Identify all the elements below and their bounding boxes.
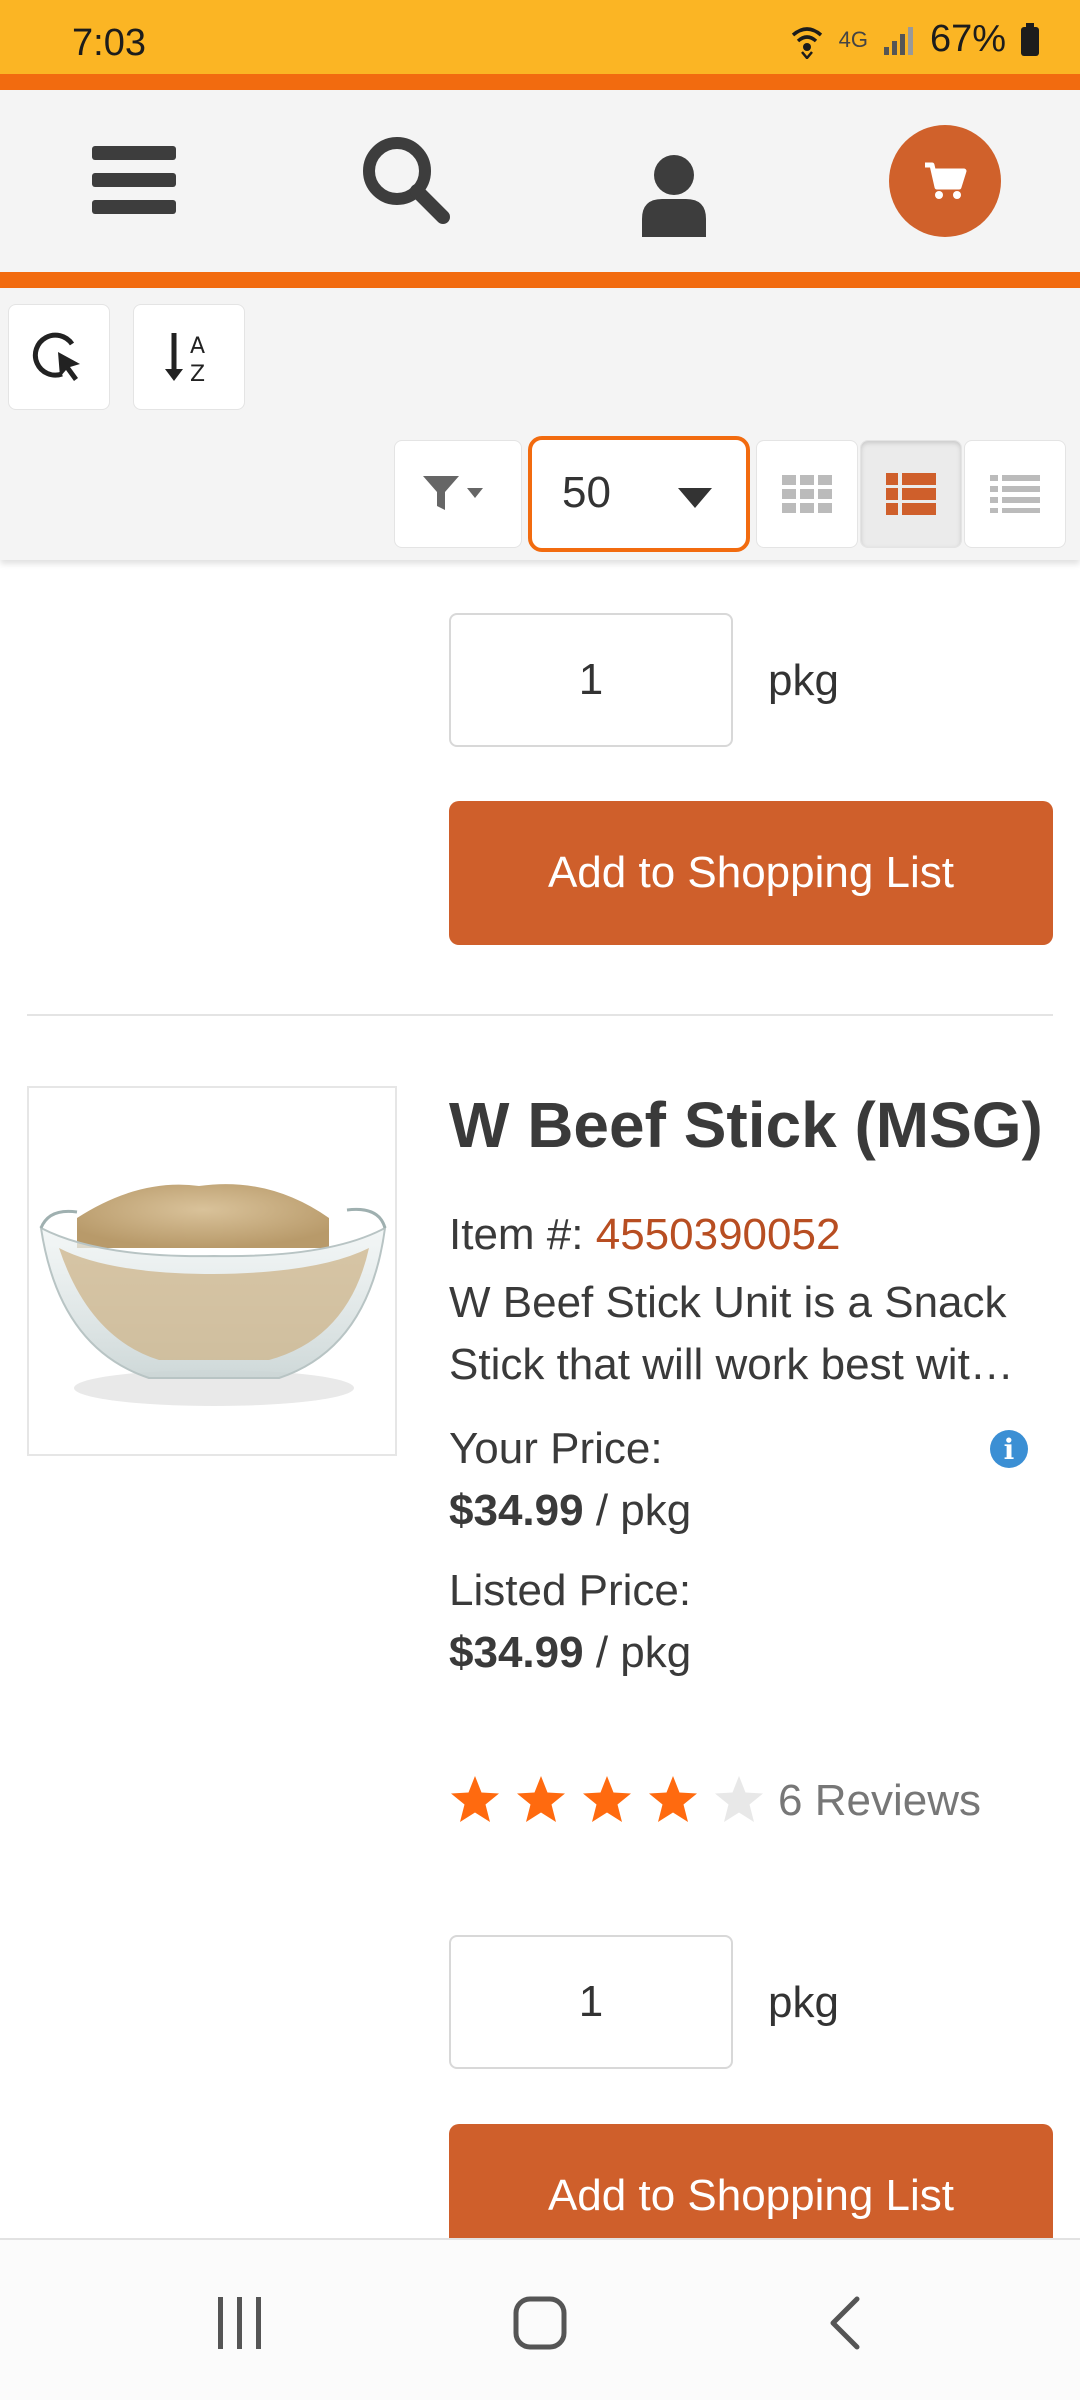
list-detail-view-button[interactable] bbox=[860, 440, 962, 548]
signal-icon bbox=[883, 26, 913, 55]
wifi-icon bbox=[791, 26, 822, 59]
user-icon bbox=[642, 155, 706, 237]
list-view-icon bbox=[990, 475, 1040, 513]
home-button[interactable] bbox=[500, 2290, 580, 2356]
sort-button[interactable]: A Z bbox=[133, 304, 245, 410]
listed-price-label: Listed Price: bbox=[449, 1566, 692, 1615]
add-to-shopping-list-button[interactable]: Add to Shopping List bbox=[449, 801, 1053, 945]
product-description: W Beef Stick Unit is a Snack Stick that … bbox=[449, 1272, 1053, 1396]
your-price-label: Your Price: bbox=[449, 1424, 663, 1473]
listed-price-unit: / pkg bbox=[595, 1628, 692, 1677]
product-title[interactable]: W Beef Stick (MSG) bbox=[449, 1088, 1043, 1162]
star-filled-icon bbox=[517, 1776, 565, 1822]
unit-label: pkg bbox=[768, 656, 839, 705]
network-type: 4G bbox=[838, 26, 868, 52]
listed-price-value: $34.99 / pkg bbox=[449, 1628, 691, 1678]
product-image[interactable] bbox=[27, 1086, 397, 1456]
quantity-input[interactable]: 1 bbox=[449, 1935, 733, 2069]
status-bar: 7:03 4G 67% bbox=[0, 0, 1080, 74]
account-button[interactable] bbox=[624, 142, 724, 248]
menu-icon bbox=[92, 146, 176, 214]
your-price-value: $34.99 / pkg bbox=[449, 1486, 691, 1536]
svg-text:A: A bbox=[190, 334, 205, 359]
star-filled-icon bbox=[649, 1776, 697, 1822]
star-filled-icon bbox=[583, 1776, 631, 1822]
grid-view-icon bbox=[782, 475, 832, 513]
refresh-cursor-icon bbox=[32, 332, 80, 381]
status-icons: 4G 67% bbox=[789, 18, 1040, 61]
recent-apps-icon bbox=[218, 2297, 261, 2349]
unit-label: pkg bbox=[768, 1978, 839, 2027]
battery-icon bbox=[1021, 22, 1039, 56]
your-price-unit: / pkg bbox=[595, 1486, 692, 1535]
list-detail-view-icon bbox=[886, 473, 936, 515]
per-page-select[interactable]: 50 bbox=[528, 436, 750, 552]
item-number-label: Item #: bbox=[449, 1210, 584, 1259]
header-accent-bar bbox=[0, 272, 1080, 288]
listed-price-amount: $34.99 bbox=[449, 1628, 584, 1677]
cart-icon bbox=[925, 162, 967, 199]
home-icon bbox=[513, 2296, 567, 2350]
cart-button[interactable] bbox=[889, 125, 1001, 237]
reviews-count[interactable]: 6 Reviews bbox=[778, 1776, 981, 1826]
menu-button[interactable] bbox=[84, 130, 184, 230]
star-filled-icon bbox=[451, 1776, 499, 1822]
svg-text:Z: Z bbox=[190, 362, 205, 387]
bowl-of-breadcrumbs-image bbox=[39, 1184, 387, 1406]
search-button[interactable] bbox=[352, 126, 458, 232]
description-line-1: W Beef Stick Unit is a Snack bbox=[449, 1278, 1007, 1327]
rating-stars[interactable] bbox=[449, 1774, 765, 1826]
app-header bbox=[0, 90, 1080, 272]
back-button[interactable] bbox=[805, 2290, 885, 2356]
per-page-value: 50 bbox=[562, 468, 611, 517]
filter-icon bbox=[423, 476, 483, 510]
sort-az-icon: A Z bbox=[165, 333, 205, 387]
status-time: 7:03 bbox=[72, 22, 146, 64]
filter-button[interactable] bbox=[394, 440, 522, 548]
search-icon bbox=[363, 137, 450, 224]
recent-apps-button[interactable] bbox=[200, 2290, 280, 2356]
chevron-down-icon bbox=[678, 488, 712, 508]
grid-view-button[interactable] bbox=[756, 440, 858, 548]
battery-percent: 67% bbox=[929, 18, 1006, 60]
quantity-input[interactable]: 1 bbox=[449, 613, 733, 747]
system-navigation-bar bbox=[0, 2238, 1080, 2400]
star-empty-icon bbox=[715, 1776, 763, 1822]
item-number-value[interactable]: 4550390052 bbox=[596, 1210, 841, 1259]
product-divider bbox=[27, 1014, 1053, 1016]
status-accent-bar bbox=[0, 74, 1080, 90]
info-icon[interactable]: i bbox=[990, 1430, 1028, 1468]
reset-selection-button[interactable] bbox=[8, 304, 110, 410]
list-view-button[interactable] bbox=[964, 440, 1066, 548]
item-number-line: Item #: 4550390052 bbox=[449, 1210, 840, 1260]
back-icon bbox=[830, 2296, 860, 2350]
your-price-amount: $34.99 bbox=[449, 1486, 584, 1535]
description-line-2: Stick that will work best wit… bbox=[449, 1340, 1014, 1389]
